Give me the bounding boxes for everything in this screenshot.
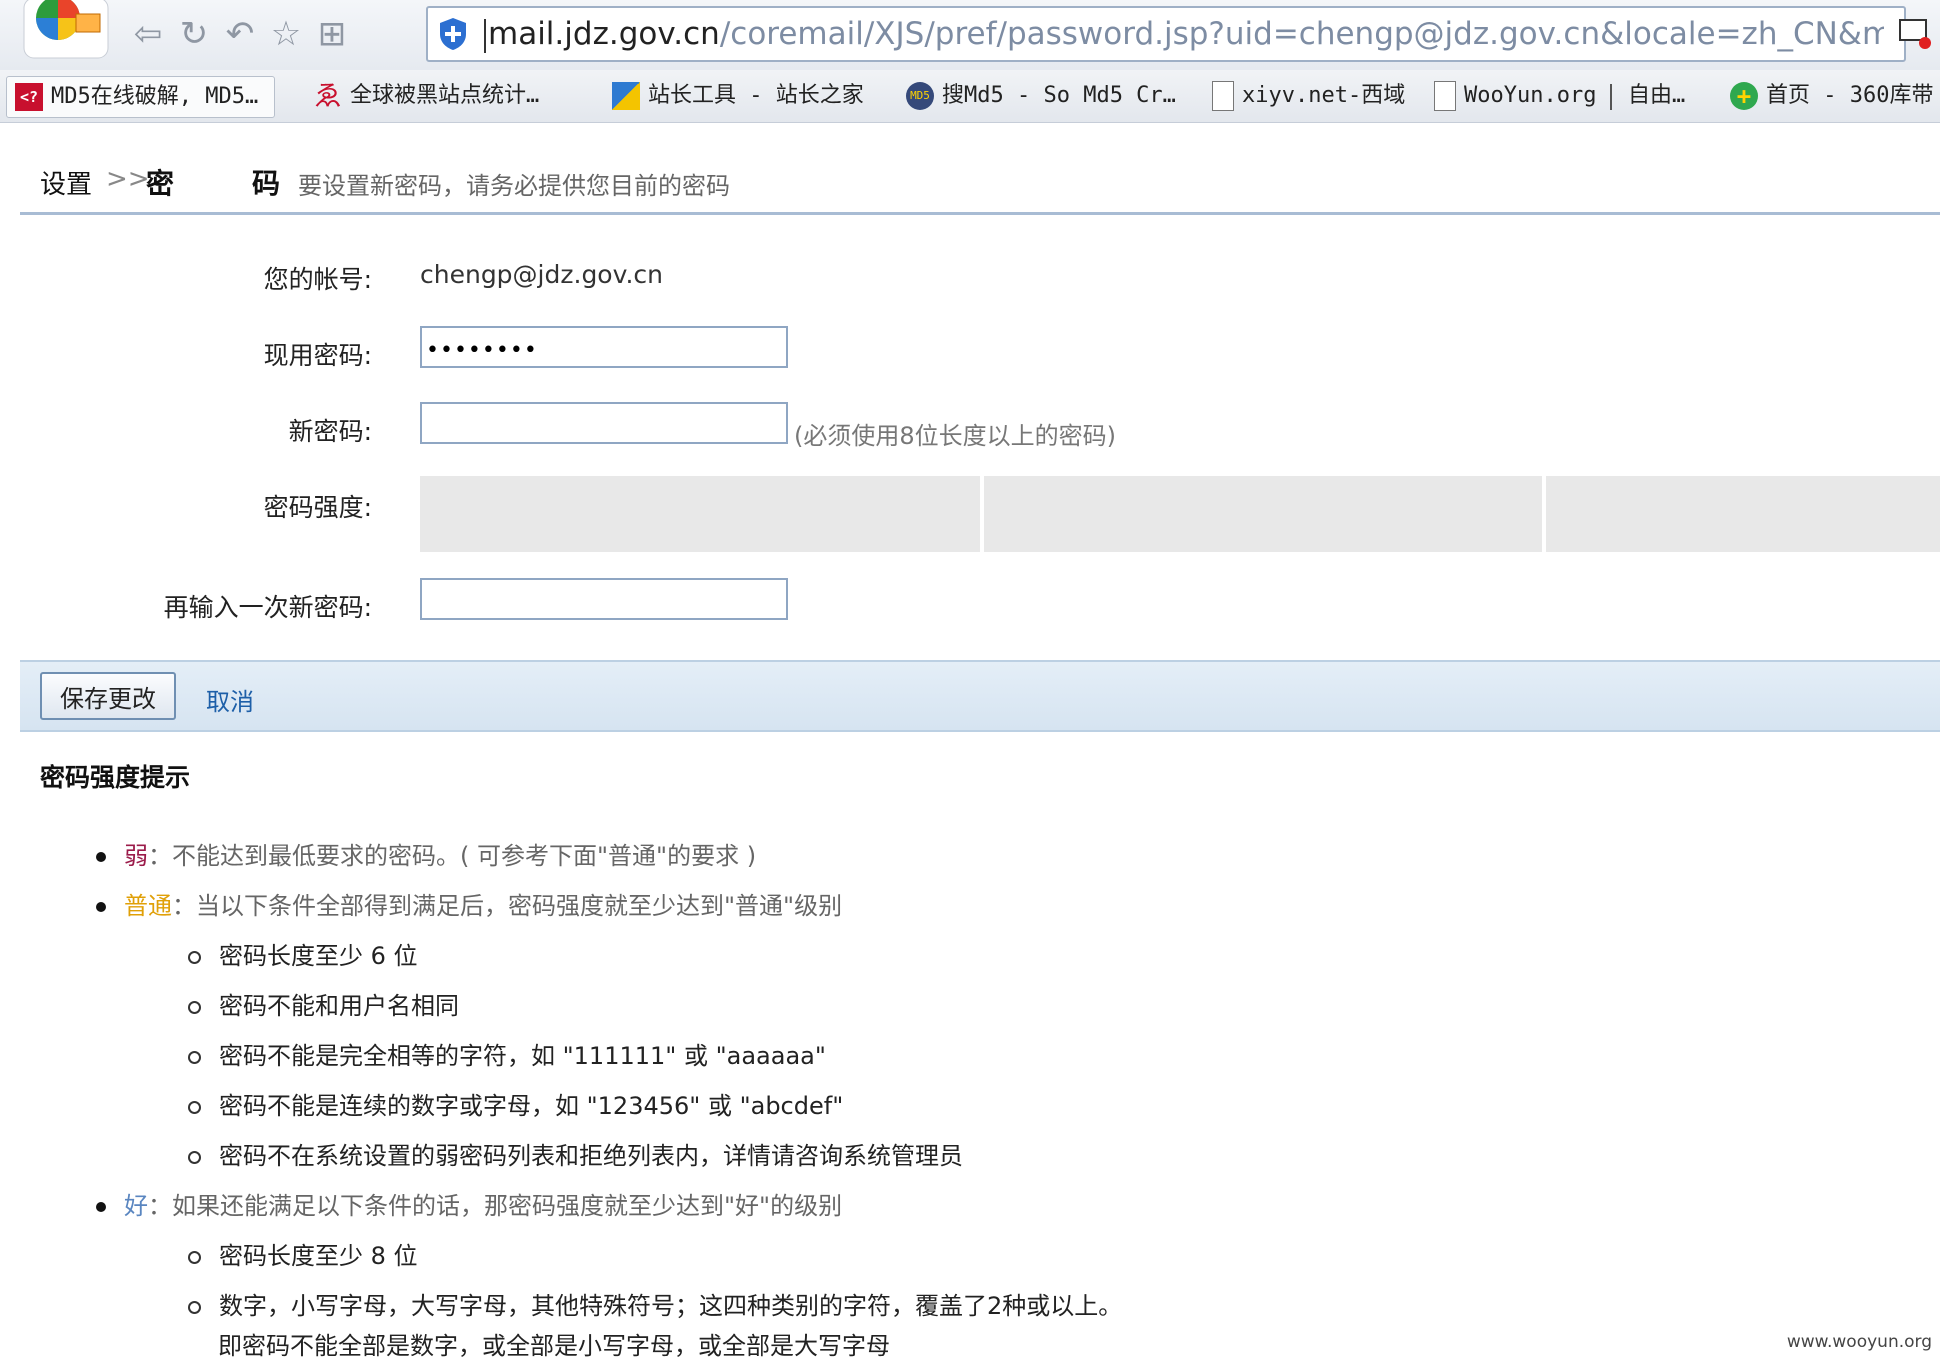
- account-value: chengp@jdz.gov.cn: [420, 260, 663, 289]
- chinaz-icon: [612, 82, 640, 110]
- bookmark-label: 自由…: [1628, 83, 1686, 108]
- bullet-icon: [96, 852, 106, 862]
- level-normal: 普通: [124, 892, 172, 920]
- bookmark-label: xiyv.net-西域: [1242, 83, 1406, 108]
- bookmark-xiyv[interactable]: xiyv.net-西域: [1212, 76, 1405, 116]
- page-icon: [1212, 81, 1234, 111]
- list-item: 密码长度至少 6 位: [188, 936, 418, 971]
- list-item: 密码不在系统设置的弱密码列表和拒绝列表内，详情请咨询系统管理员: [188, 1136, 963, 1171]
- new-password-hint: (必须使用8位长度以上的密码): [794, 422, 1116, 450]
- bookmark-separator: [1610, 84, 1612, 110]
- dragon-icon: ゑ: [314, 79, 343, 112]
- url-text[interactable]: mail.jdz.gov.cn/coremail/XJS/pref/passwo…: [484, 8, 1884, 60]
- bullet-icon: [96, 902, 106, 912]
- circle-bullet-icon: [188, 1250, 201, 1264]
- apps-grid-icon[interactable]: ⊞: [312, 14, 352, 54]
- bookmark-label: 站长工具 - 站长之家: [648, 83, 864, 108]
- refresh-icon[interactable]: ↻: [174, 14, 214, 54]
- tip-weak: 弱：不能达到最低要求的密码。( 可参考下面"普通"的要求 ): [96, 836, 756, 871]
- somd5-icon: MD5: [906, 82, 934, 110]
- favorite-star-icon[interactable]: ☆: [266, 14, 306, 54]
- list-item: 密码不能和用户名相同: [188, 986, 459, 1021]
- circle-bullet-icon: [188, 1000, 201, 1014]
- list-item-text: 密码长度至少 8 位: [219, 1242, 418, 1270]
- address-bar[interactable]: mail.jdz.gov.cn/coremail/XJS/pref/passwo…: [426, 6, 1906, 62]
- strength-segment-normal: [984, 476, 1542, 552]
- save-button[interactable]: 保存更改: [40, 672, 176, 720]
- bookmark-label: 全球被黑站点统计…: [350, 83, 540, 108]
- undo-icon[interactable]: ↶: [220, 14, 260, 54]
- current-password-mask: ••••••••: [426, 338, 538, 363]
- tip-good: 好：如果还能满足以下条件的话，那密码强度就至少达到"好"的级别: [96, 1186, 842, 1221]
- watermark: www.wooyun.org: [1786, 1332, 1932, 1352]
- tip-normal: 普通：当以下条件全部得到满足后，密码强度就至少达到"普通"级别: [96, 886, 842, 921]
- action-bar: 保存更改 取消: [20, 660, 1940, 732]
- breadcrumb-settings[interactable]: 设置: [40, 164, 92, 201]
- bookmark-hacked-sites[interactable]: ゑ全球被黑站点统计…: [314, 76, 539, 116]
- confirm-password-label: 再输入一次新密码:: [163, 593, 372, 622]
- confirm-password-input[interactable]: [420, 578, 788, 620]
- url-host: mail.jdz.gov.cn: [488, 16, 720, 52]
- circle-bullet-icon: [188, 1150, 201, 1164]
- browser-logo-icon[interactable]: [14, 0, 118, 62]
- tip-text: ：当以下条件全部得到满足后，密码强度就至少达到"普通"级别: [172, 892, 843, 920]
- password-strength-meter: [420, 476, 1940, 552]
- list-item-text: 密码不能是连续的数字或字母，如 "123456" 或 "abcdef": [219, 1092, 844, 1120]
- strength-segment-good: [1546, 476, 1940, 552]
- list-item-text: 数字，小写字母，大写字母，其他特殊符号；这四种类别的字符，覆盖了2种或以上。: [219, 1292, 1123, 1320]
- list-item-text: 密码长度至少 6 位: [219, 942, 418, 970]
- circle-bullet-icon: [188, 1050, 201, 1064]
- current-password-label: 现用密码:: [263, 341, 372, 370]
- bookmark-wooyun[interactable]: WooYun.org: [1434, 76, 1596, 116]
- list-item: 数字，小写字母，大写字母，其他特殊符号；这四种类别的字符，覆盖了2种或以上。: [188, 1286, 1122, 1321]
- tip-text: ：如果还能满足以下条件的话，那密码强度就至少达到"好"的级别: [148, 1192, 843, 1220]
- strength-segment-weak: [420, 476, 980, 552]
- bullet-icon: [96, 1202, 106, 1212]
- bookmarks-bar: <? MD5在线破解, MD5… ゑ全球被黑站点统计… 站长工具 - 站长之家 M…: [0, 70, 1940, 123]
- bookmark-label: MD5在线破解, MD5…: [51, 84, 259, 109]
- bookmark-chinaz-tools[interactable]: 站长工具 - 站长之家: [612, 76, 864, 116]
- list-item-text: 密码不能和用户名相同: [219, 992, 459, 1020]
- circle-bullet-icon: [188, 950, 201, 964]
- bookmark-360-home[interactable]: + 首页 - 360库带: [1730, 76, 1933, 116]
- circle-bullet-icon: [188, 1300, 201, 1314]
- bookmark-label: 搜Md5 - So Md5 Cr…: [942, 83, 1176, 108]
- circle-bullet-icon: [188, 1100, 201, 1114]
- page-hint: 要设置新密码，请务必提供您目前的密码: [298, 172, 730, 200]
- tips-title: 密码强度提示: [40, 763, 191, 792]
- new-password-label: 新密码:: [288, 417, 372, 446]
- page-icon: [1434, 81, 1456, 111]
- cancel-link[interactable]: 取消: [206, 682, 254, 717]
- 360-plus-icon: +: [1730, 82, 1758, 110]
- back-icon[interactable]: ⇦: [128, 14, 168, 54]
- list-item: 密码不能是完全相等的字符，如 "111111" 或 "aaaaaa": [188, 1036, 826, 1071]
- bookmark-label: 首页 - 360库带: [1766, 83, 1934, 108]
- strength-label: 密码强度:: [263, 493, 372, 522]
- list-item-text: 密码不在系统设置的弱密码列表和拒绝列表内，详情请咨询系统管理员: [219, 1142, 963, 1170]
- list-item-continuation: 即密码不能全部是数字，或全部是小写字母，或全部是大写字母: [218, 1332, 890, 1360]
- url-path: /coremail/XJS/pref/password.jsp?uid=chen…: [719, 16, 1884, 52]
- level-good: 好: [124, 1192, 148, 1220]
- page-header: 设置 >> 密码 要设置新密码，请务必提供您目前的密码: [20, 150, 1940, 215]
- account-label: 您的帐号:: [263, 265, 372, 294]
- security-shield-icon: [440, 18, 466, 50]
- breadcrumb-separator: >>: [106, 164, 150, 194]
- bookmark-label: WooYun.org: [1464, 83, 1597, 108]
- bookmark-md5-crack[interactable]: <? MD5在线破解, MD5…: [6, 76, 276, 118]
- list-item-text: 密码不能是完全相等的字符，如 "111111" 或 "aaaaaa": [219, 1042, 826, 1070]
- list-item: 密码长度至少 8 位: [188, 1236, 418, 1271]
- bookmark-freedom[interactable]: 自由…: [1628, 76, 1685, 116]
- screen-capture-icon[interactable]: [1898, 16, 1932, 50]
- new-password-input[interactable]: [420, 402, 788, 444]
- browser-toolbar: ⇦ ↻ ↶ ☆ ⊞ mail.jdz.gov.cn/coremail/XJS/p…: [0, 0, 1940, 70]
- tip-text: ：不能达到最低要求的密码。( 可参考下面"普通"的要求 ): [148, 842, 757, 870]
- level-weak: 弱: [124, 842, 148, 870]
- bookmark-somd5[interactable]: MD5 搜Md5 - So Md5 Cr…: [906, 76, 1176, 116]
- md5-site-icon: <?: [15, 83, 43, 111]
- list-item: 密码不能是连续的数字或字母，如 "123456" 或 "abcdef": [188, 1086, 843, 1121]
